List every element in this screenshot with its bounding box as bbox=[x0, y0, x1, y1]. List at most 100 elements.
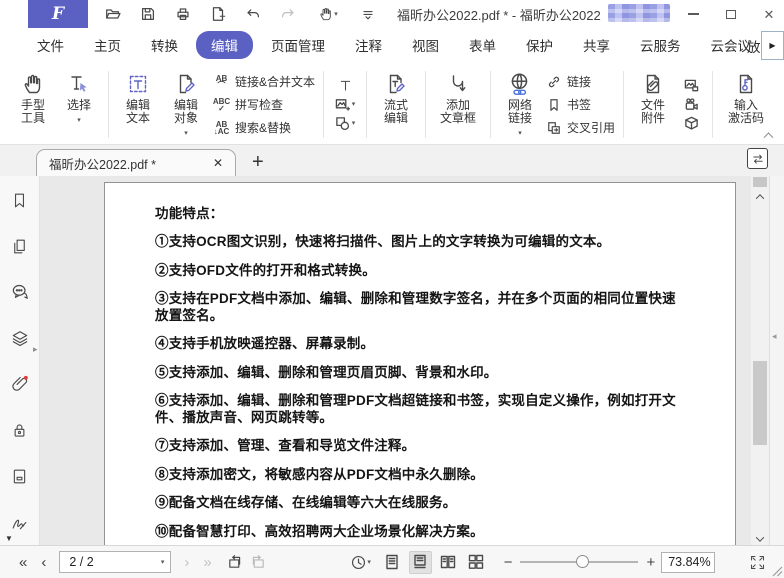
file-attachment-button[interactable]: 文件附件 bbox=[630, 67, 676, 142]
zoom-in-button[interactable]: + bbox=[646, 555, 655, 570]
resize-grip[interactable] bbox=[771, 565, 783, 577]
link-button[interactable]: 链接 bbox=[545, 72, 615, 92]
save-icon bbox=[139, 5, 157, 23]
pdf-page[interactable]: 功能特点： ①支持OCR图文识别，快速将扫描件、图片上的文字转换为可编辑的文本。… bbox=[104, 182, 736, 545]
edit-object-button[interactable]: 编辑对象 ▾ bbox=[161, 67, 211, 142]
page-number-input[interactable]: 2 / 2 ▾ bbox=[59, 551, 171, 573]
document-tab[interactable]: 福昕办公2022.pdf * ✕ bbox=[36, 149, 236, 176]
add-text-button[interactable] bbox=[338, 78, 353, 93]
hand-mode-button[interactable]: ▾ bbox=[312, 3, 344, 25]
close-tab-icon[interactable]: ✕ bbox=[211, 156, 225, 170]
hand-tool-button[interactable]: 手型工具 bbox=[10, 67, 56, 142]
resize-grip-icon bbox=[771, 565, 783, 577]
edit-text-button[interactable]: 编辑文本 bbox=[115, 67, 161, 142]
open-folder-icon bbox=[104, 5, 122, 23]
new-document-button[interactable] bbox=[207, 3, 229, 25]
flow-edit-button[interactable]: 流式编辑 bbox=[373, 67, 419, 142]
ribbon-separator bbox=[366, 71, 367, 138]
tab-share[interactable]: 共享 bbox=[568, 31, 625, 59]
previous-view-button[interactable] bbox=[223, 550, 247, 574]
app-logo[interactable]: F bbox=[28, 0, 88, 28]
security-panel-button[interactable] bbox=[9, 420, 31, 440]
facing-continuous-view-button[interactable] bbox=[465, 551, 488, 574]
search-replace-button[interactable]: AB↓AC 搜索&替换 bbox=[213, 118, 315, 138]
new-tab-button[interactable]: + bbox=[252, 152, 264, 172]
tab-page-manage[interactable]: 页面管理 bbox=[256, 31, 340, 59]
add-video-button[interactable] bbox=[684, 97, 699, 112]
clock-icon bbox=[350, 554, 367, 571]
zoom-out-button[interactable]: − bbox=[504, 555, 513, 570]
close-button[interactable]: ✕ bbox=[762, 7, 776, 21]
tab-scroll-right-button[interactable]: ▶ bbox=[761, 31, 784, 60]
web-link-button[interactable]: 网络链接 ▾ bbox=[497, 67, 543, 142]
minimize-button[interactable] bbox=[686, 7, 700, 21]
zoom-slider-handle[interactable] bbox=[576, 555, 589, 568]
add-3d-button[interactable] bbox=[684, 116, 699, 131]
last-page-button[interactable]: » bbox=[196, 555, 218, 570]
scrollbar-thumb[interactable] bbox=[753, 361, 767, 445]
add-article-box-button[interactable]: 添加文章框 bbox=[432, 67, 484, 142]
tab-view[interactable]: 视图 bbox=[397, 31, 454, 59]
swap-view-button[interactable] bbox=[747, 148, 768, 169]
add-shape-button[interactable]: ▾ bbox=[335, 116, 356, 131]
add-image-button[interactable]: ▾ bbox=[335, 97, 356, 112]
first-page-button[interactable]: « bbox=[12, 555, 34, 570]
doc-paragraph: ②支持OFD文件的打开和格式转换。 bbox=[155, 263, 689, 279]
spell-check-button[interactable]: ABC✓ 拼写检查 bbox=[213, 95, 315, 115]
single-page-view-button[interactable] bbox=[381, 551, 404, 574]
collapse-ribbon-button[interactable] bbox=[765, 131, 774, 140]
redo-button[interactable] bbox=[277, 3, 299, 25]
zoom-value-input[interactable]: 73.84% bbox=[661, 552, 715, 573]
expand-panel-handle[interactable]: ▸ bbox=[33, 344, 38, 355]
next-view-button[interactable] bbox=[247, 550, 271, 574]
comments-panel-button[interactable] bbox=[9, 282, 31, 302]
facing-view-button[interactable] bbox=[437, 551, 460, 574]
select-tool-button[interactable]: 选择▾ bbox=[56, 67, 102, 142]
add-image-annotation-button[interactable] bbox=[684, 78, 699, 93]
customize-toolbar-button[interactable] bbox=[357, 3, 379, 25]
link-merge-text-button[interactable]: AB⌒ 链接&合并文本 bbox=[213, 72, 315, 92]
tab-overflow-clipped[interactable]: 放 bbox=[747, 36, 761, 56]
continuous-page-icon bbox=[412, 554, 428, 570]
tab-convert[interactable]: 转换 bbox=[136, 31, 193, 59]
scroll-down-button[interactable] bbox=[751, 532, 769, 545]
window-controls: ✕ bbox=[686, 0, 776, 28]
attachments-panel-button[interactable] bbox=[9, 374, 31, 394]
save-button[interactable] bbox=[137, 3, 159, 25]
tab-edit[interactable]: 编辑 bbox=[196, 31, 253, 59]
document-tab-bar: 福昕办公2022.pdf * ✕ + bbox=[0, 145, 784, 176]
cross-reference-label: 交叉引用 bbox=[567, 119, 615, 136]
open-file-button[interactable] bbox=[102, 3, 124, 25]
signature-panel-button[interactable] bbox=[9, 512, 31, 532]
destinations-panel-button[interactable] bbox=[9, 466, 31, 486]
file-attachment-icon bbox=[641, 72, 665, 96]
scrollbar-split-button[interactable] bbox=[753, 177, 767, 187]
expand-right-panel-handle[interactable]: ◂ bbox=[772, 331, 777, 342]
fullscreen-button[interactable] bbox=[745, 550, 769, 574]
maximize-button[interactable] bbox=[724, 7, 738, 21]
undo-button[interactable] bbox=[242, 3, 264, 25]
scroll-up-button[interactable] bbox=[751, 190, 769, 203]
continuous-view-button[interactable] bbox=[409, 551, 432, 574]
tab-cloud-service[interactable]: 云服务 bbox=[625, 31, 696, 59]
account-badge-blurred[interactable] bbox=[608, 4, 670, 22]
previous-page-button[interactable]: ‹ bbox=[34, 555, 53, 570]
tab-file[interactable]: 文件 bbox=[22, 31, 79, 59]
print-button[interactable] bbox=[172, 3, 194, 25]
bookmark-button[interactable]: 书签 bbox=[545, 95, 615, 115]
tab-form[interactable]: 表单 bbox=[454, 31, 511, 59]
sidebar-more-icon[interactable]: ▼ bbox=[5, 534, 13, 543]
cross-reference-button[interactable]: 交叉引用 bbox=[545, 118, 615, 138]
tab-protect[interactable]: 保护 bbox=[511, 31, 568, 59]
layers-panel-button[interactable] bbox=[9, 328, 31, 348]
document-canvas[interactable]: 功能特点： ①支持OCR图文识别，快速将扫描件、图片上的文字转换为可编辑的文本。… bbox=[40, 176, 751, 545]
tab-home[interactable]: 主页 bbox=[79, 31, 136, 59]
next-page-button[interactable]: › bbox=[177, 555, 196, 570]
vertical-scrollbar[interactable] bbox=[751, 176, 769, 545]
scrollbar-track[interactable] bbox=[751, 203, 769, 532]
tab-comment[interactable]: 注释 bbox=[340, 31, 397, 59]
rotate-view-button[interactable]: ▾ bbox=[349, 550, 373, 574]
bookmarks-panel-button[interactable] bbox=[9, 190, 31, 210]
zoom-slider[interactable] bbox=[520, 561, 638, 563]
pages-panel-button[interactable] bbox=[9, 236, 31, 256]
